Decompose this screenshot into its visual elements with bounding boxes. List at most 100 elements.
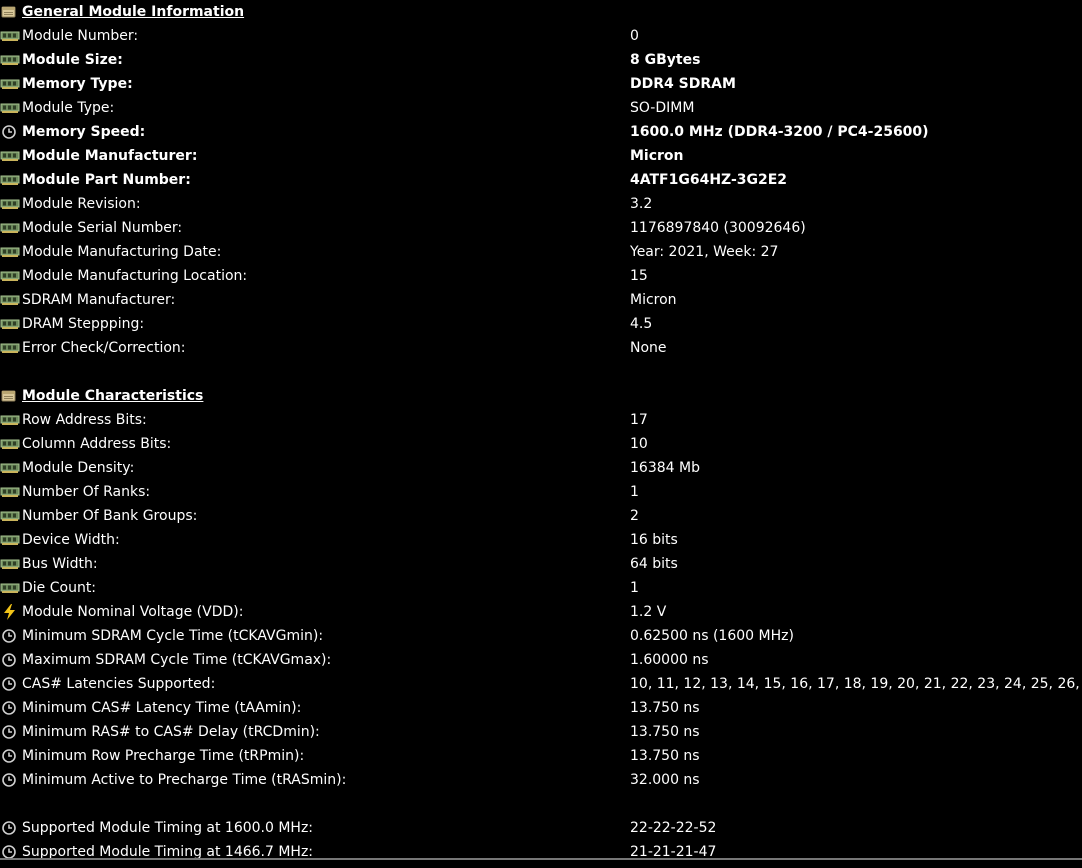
row-label: Minimum SDRAM Cycle Time (tCKAVGmin): <box>22 628 324 644</box>
row-value: None <box>630 340 667 356</box>
row-label: Row Address Bits: <box>22 412 147 428</box>
row-value: 13.750 ns <box>630 748 700 764</box>
row-label: Number Of Bank Groups: <box>22 508 198 524</box>
row-value: 0 <box>630 28 639 44</box>
info-row[interactable]: Minimum Row Precharge Time (tRPmin): 13.7… <box>0 744 1082 768</box>
info-row[interactable]: Module Nominal Voltage (VDD): 1.2 V <box>0 600 1082 624</box>
info-row[interactable]: Module Density: 16384 Mb <box>0 456 1082 480</box>
info-row[interactable]: SDRAM Manufacturer: Micron <box>0 288 1082 312</box>
row-label: Minimum CAS# Latency Time (tAAmin): <box>22 700 302 716</box>
section-header[interactable]: General Module Information <box>0 0 1082 24</box>
row-label: Module Revision: <box>22 196 141 212</box>
row-value: 4.5 <box>630 316 653 332</box>
info-row[interactable]: Memory Type: DDR4 SDRAM <box>0 72 1082 96</box>
row-label: Module Manufacturing Date: <box>22 244 222 260</box>
row-value: 1176897840 (30092646) <box>630 220 806 236</box>
ram-stick-icon <box>0 412 20 428</box>
ram-stick-icon <box>0 244 20 260</box>
info-row[interactable]: Minimum Active to Precharge Time (tRASmi… <box>0 768 1082 792</box>
info-row[interactable]: Die Count: 1 <box>0 576 1082 600</box>
row-label: Module Part Number: <box>22 172 191 188</box>
section-title: Module Characteristics <box>22 388 204 404</box>
row-value: 2 <box>630 508 639 524</box>
timing-row[interactable]: Supported Module Timing at 1600.0 MHz: 22… <box>0 816 1082 840</box>
info-row[interactable]: Module Number: 0 <box>0 24 1082 48</box>
row-value: 22-22-22-52 <box>630 820 717 836</box>
info-row[interactable]: Minimum SDRAM Cycle Time (tCKAVGmin): 0.6… <box>0 624 1082 648</box>
info-row[interactable]: Column Address Bits: 10 <box>0 432 1082 456</box>
row-value: 15 <box>630 268 648 284</box>
row-value: 1 <box>630 580 639 596</box>
row-value: 4ATF1G64HZ-3G2E2 <box>630 172 788 188</box>
module-info-icon <box>0 388 20 404</box>
info-row[interactable]: Bus Width: 64 bits <box>0 552 1082 576</box>
info-row[interactable]: Module Size: 8 GBytes <box>0 48 1082 72</box>
info-row[interactable]: DRAM Steppping: 4.5 <box>0 312 1082 336</box>
info-row[interactable]: Module Serial Number: 1176897840 (3009264… <box>0 216 1082 240</box>
ram-stick-icon <box>0 436 20 452</box>
info-row[interactable]: Memory Speed: 1600.0 MHz (DDR4-3200 / PC4… <box>0 120 1082 144</box>
ram-stick-icon <box>0 76 20 92</box>
ram-stick-icon <box>0 316 20 332</box>
row-label: DRAM Steppping: <box>22 316 145 332</box>
ram-stick-icon <box>0 52 20 68</box>
row-value: DDR4 SDRAM <box>630 76 736 92</box>
info-row[interactable]: Minimum RAS# to CAS# Delay (tRCDmin): 13.… <box>0 720 1082 744</box>
row-value: Year: 2021, Week: 27 <box>630 244 779 260</box>
info-row[interactable]: Maximum SDRAM Cycle Time (tCKAVGmax): 1.6… <box>0 648 1082 672</box>
clock-icon <box>0 676 20 692</box>
info-row[interactable]: Minimum CAS# Latency Time (tAAmin): 13.75… <box>0 696 1082 720</box>
row-label: Supported Module Timing at 1466.7 MHz: <box>22 844 314 860</box>
ram-stick-icon <box>0 292 20 308</box>
info-row[interactable]: Module Type: SO-DIMM <box>0 96 1082 120</box>
section-header[interactable]: Module Characteristics <box>0 384 1082 408</box>
row-value: 21-21-21-47 <box>630 844 717 860</box>
info-row[interactable]: Device Width: 16 bits <box>0 528 1082 552</box>
row-value: 64 bits <box>630 556 678 572</box>
ram-stick-icon <box>0 556 20 572</box>
row-label: Module Manufacturer: <box>22 148 198 164</box>
row-label: Die Count: <box>22 580 97 596</box>
ram-stick-icon <box>0 508 20 524</box>
row-label: Supported Module Timing at 1600.0 MHz: <box>22 820 314 836</box>
row-label: Device Width: <box>22 532 120 548</box>
row-label: Minimum Active to Precharge Time (tRASmi… <box>22 772 347 788</box>
module-info-icon <box>0 4 20 20</box>
row-label: Column Address Bits: <box>22 436 172 452</box>
info-row[interactable]: Module Part Number: 4ATF1G64HZ-3G2E2 <box>0 168 1082 192</box>
row-value: 10, 11, 12, 13, 14, 15, 16, 17, 18, 19, … <box>630 676 1082 692</box>
info-row[interactable]: Number Of Bank Groups: 2 <box>0 504 1082 528</box>
ram-stick-icon <box>0 460 20 476</box>
ram-stick-icon <box>0 220 20 236</box>
clock-icon <box>0 820 20 836</box>
ram-stick-icon <box>0 28 20 44</box>
ram-stick-icon <box>0 148 20 164</box>
info-row[interactable]: Module Revision: 3.2 <box>0 192 1082 216</box>
row-label: Module Manufacturing Location: <box>22 268 248 284</box>
info-row[interactable]: CAS# Latencies Supported: 10, 11, 12, 13,… <box>0 672 1082 696</box>
ram-stick-icon <box>0 340 20 356</box>
row-label: Module Density: <box>22 460 135 476</box>
row-value: SO-DIMM <box>630 100 695 116</box>
info-row[interactable]: Module Manufacturing Location: 15 <box>0 264 1082 288</box>
lightning-icon <box>0 604 20 620</box>
info-row[interactable]: Number Of Ranks: 1 <box>0 480 1082 504</box>
info-row[interactable]: Row Address Bits: 17 <box>0 408 1082 432</box>
row-value: 16 bits <box>630 532 678 548</box>
clock-icon <box>0 652 20 668</box>
info-row[interactable]: Module Manufacturing Date: Year: 2021, We… <box>0 240 1082 264</box>
row-label: Module Size: <box>22 52 123 68</box>
ram-stick-icon <box>0 268 20 284</box>
row-label: Module Nominal Voltage (VDD): <box>22 604 244 620</box>
row-value: 13.750 ns <box>630 700 700 716</box>
row-label: Module Type: <box>22 100 115 116</box>
section-title: General Module Information <box>22 4 245 20</box>
row-value: Micron <box>630 148 684 164</box>
row-label: SDRAM Manufacturer: <box>22 292 176 308</box>
info-row[interactable]: Module Manufacturer: Micron <box>0 144 1082 168</box>
info-row[interactable]: Error Check/Correction: None <box>0 336 1082 360</box>
row-label: Error Check/Correction: <box>22 340 186 356</box>
timing-row[interactable]: Supported Module Timing at 1466.7 MHz: 21… <box>0 840 1082 864</box>
ram-stick-icon <box>0 196 20 212</box>
row-label: CAS# Latencies Supported: <box>22 676 216 692</box>
